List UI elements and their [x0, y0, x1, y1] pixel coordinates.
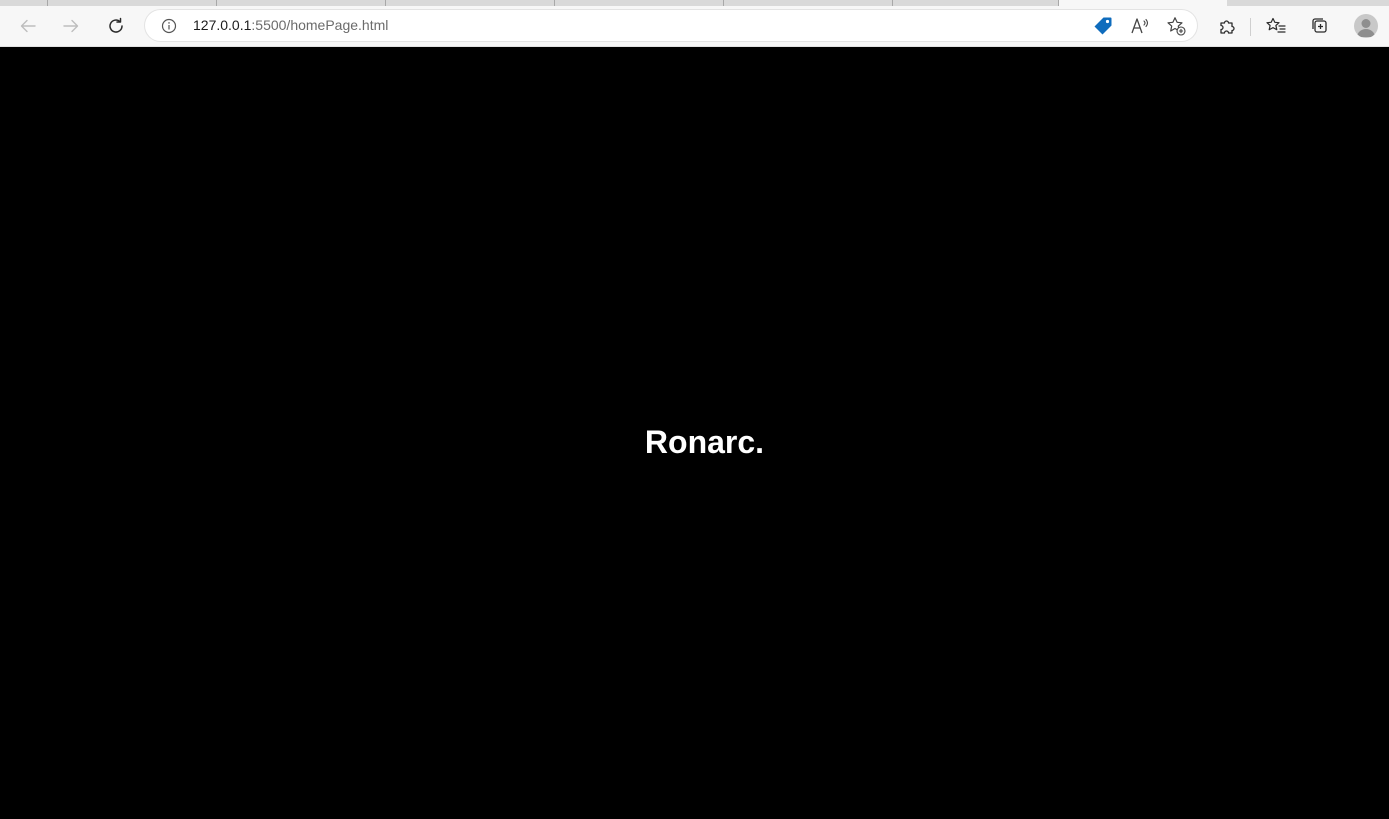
- coupon-button[interactable]: [1091, 15, 1115, 37]
- url-path: :5500/homePage.html: [251, 17, 389, 33]
- favorites-button[interactable]: [1262, 12, 1290, 40]
- favorites-list-icon: [1266, 17, 1286, 33]
- browser-toolbar: 127.0.0.1:5500/homePage.html: [0, 6, 1389, 47]
- refresh-icon: [109, 17, 123, 33]
- url-text[interactable]: 127.0.0.1:5500/homePage.html: [193, 17, 388, 33]
- profile-button[interactable]: [1354, 14, 1378, 38]
- forward-button[interactable]: [57, 12, 85, 40]
- profile-avatar-icon: [1357, 19, 1375, 37]
- arrow-right-icon: [63, 19, 79, 33]
- collections-icon: [1312, 18, 1327, 33]
- add-favorite-button[interactable]: [1164, 15, 1188, 37]
- page-viewport: Ronarc.: [0, 47, 1389, 819]
- star-plus-icon: [1167, 17, 1186, 36]
- read-aloud-icon: [1131, 18, 1149, 34]
- read-aloud-button[interactable]: [1128, 15, 1152, 37]
- url-host: 127.0.0.1: [193, 17, 252, 33]
- refresh-button[interactable]: [102, 12, 130, 40]
- extensions-button[interactable]: [1213, 12, 1241, 40]
- collections-button[interactable]: [1306, 12, 1334, 40]
- back-button[interactable]: [14, 12, 42, 40]
- tag-icon: [1094, 17, 1112, 35]
- toolbar-divider: [1250, 18, 1251, 36]
- brand-title: Ronarc.: [644, 424, 765, 460]
- puzzle-icon: [1220, 20, 1235, 34]
- info-icon[interactable]: [159, 16, 179, 36]
- address-bar[interactable]: 127.0.0.1:5500/homePage.html: [145, 10, 1197, 41]
- arrow-left-icon: [20, 19, 36, 33]
